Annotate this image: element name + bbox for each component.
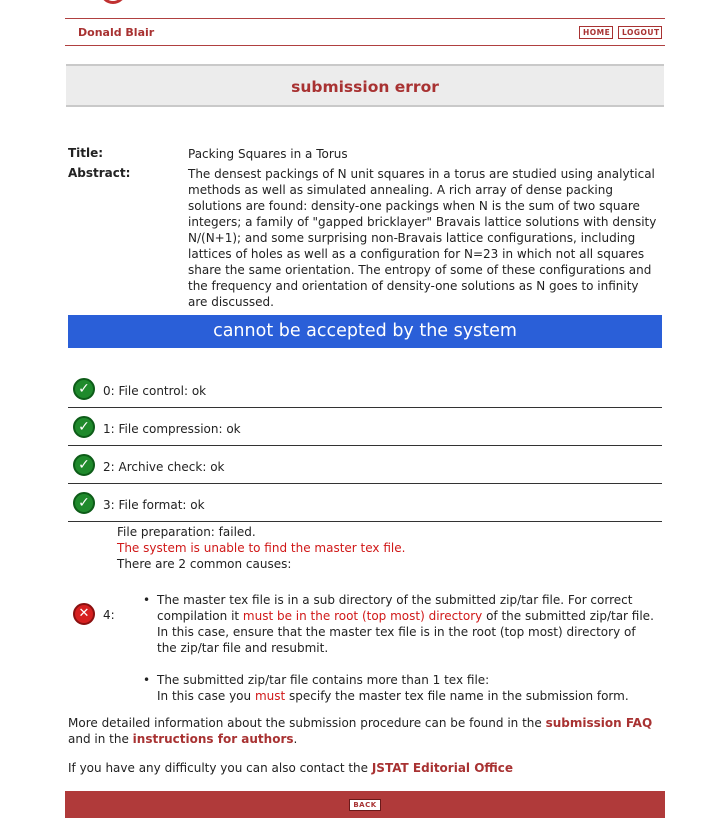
- check-row: ✓ 0: File control: ok: [68, 370, 662, 408]
- failed-check-details: File preparation: failed. The system is …: [117, 524, 657, 720]
- submission-faq-link[interactable]: submission FAQ: [546, 716, 653, 730]
- instructions-link[interactable]: instructions for authors: [133, 732, 294, 746]
- logo-icon: [100, 0, 126, 4]
- check-circle-icon: ✓: [73, 492, 95, 514]
- check-circle-icon: ✓: [73, 416, 95, 438]
- failed-check-heading: File preparation: failed.: [117, 525, 256, 539]
- cause-highlight: must be in the root (top most) directory: [242, 609, 483, 623]
- check-row: ✓ 3: File format: ok: [68, 484, 662, 522]
- cause-item: • The master tex file is in a sub direct…: [143, 592, 657, 656]
- cause-highlight: must: [254, 689, 286, 703]
- error-title: submission error: [291, 78, 439, 96]
- footer-bar: BACK: [65, 791, 665, 818]
- editorial-office-link[interactable]: JSTAT Editorial Office: [372, 761, 513, 775]
- check-label: 1: File compression: ok: [103, 422, 241, 436]
- user-name: Donald Blair: [78, 26, 155, 39]
- bullet-icon: •: [143, 593, 151, 607]
- bullet-icon: •: [143, 673, 151, 687]
- user-bar: Donald Blair HOME LOGOUT: [65, 18, 665, 46]
- check-row: ✓ 1: File compression: ok: [68, 408, 662, 446]
- cause-item: • The submitted zip/tar file contains mo…: [143, 672, 657, 704]
- failed-check-intro: There are 2 common causes:: [117, 557, 292, 571]
- failed-check-number: 4:: [103, 608, 115, 622]
- check-circle-icon: ✓: [73, 378, 95, 400]
- info-text: and in the: [68, 732, 133, 746]
- paper-title: Packing Squares in a Torus: [188, 147, 348, 161]
- error-heading-box: submission error: [66, 64, 664, 107]
- cause-text: The submitted zip/tar file contains more…: [157, 673, 490, 687]
- causes-list: • The master tex file is in a sub direct…: [143, 592, 657, 704]
- check-label: 3: File format: ok: [103, 498, 205, 512]
- logout-button[interactable]: LOGOUT: [618, 26, 662, 39]
- contact-paragraph: If you have any difficulty you can also …: [68, 760, 662, 776]
- check-label: 2: Archive check: ok: [103, 460, 225, 474]
- abstract-label: Abstract:: [68, 166, 131, 180]
- abstract-text: The densest packings of N unit squares i…: [188, 167, 657, 309]
- check-circle-icon: ✓: [73, 454, 95, 476]
- info-text: More detailed information about the subm…: [68, 716, 546, 730]
- cause-text: specify the master tex file name in the …: [285, 689, 629, 703]
- title-label: Title:: [68, 146, 104, 160]
- failed-check-error: The system is unable to find the master …: [117, 541, 406, 555]
- x-circle-icon: ✕: [73, 603, 95, 625]
- cause-text: In this case you: [157, 689, 255, 703]
- check-label: 0: File control: ok: [103, 384, 207, 398]
- contact-text: If you have any difficulty you can also …: [68, 761, 372, 775]
- back-button[interactable]: BACK: [349, 799, 381, 811]
- info-text: .: [293, 732, 298, 746]
- info-paragraph: More detailed information about the subm…: [68, 715, 662, 747]
- rejection-banner: cannot be accepted by the system: [68, 315, 662, 348]
- check-row: ✓ 2: Archive check: ok: [68, 446, 662, 484]
- home-button[interactable]: HOME: [579, 26, 613, 39]
